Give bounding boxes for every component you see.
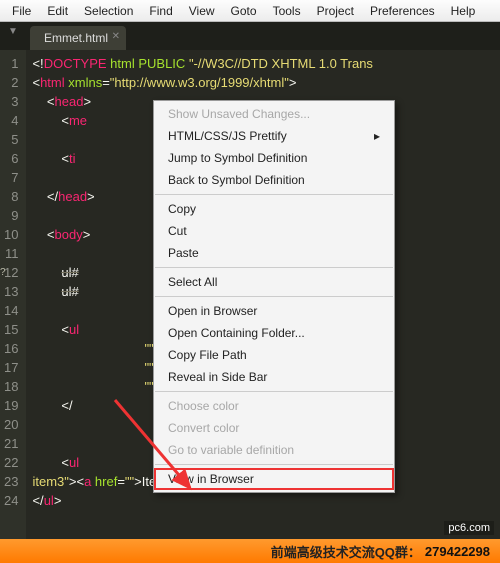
ctx-item-label: Open in Browser (168, 304, 257, 318)
ctx-html-css-js-prettify[interactable]: HTML/CSS/JS Prettify ▸ (154, 125, 394, 147)
line-number: 8 (4, 187, 18, 206)
line-number: 3 (4, 92, 18, 111)
menu-file[interactable]: File (4, 2, 39, 20)
line-number: 10 (4, 225, 18, 244)
ctx-item-label: Convert color (168, 421, 239, 435)
line-number: 20 (4, 415, 18, 434)
ctx-item-label: Select All (168, 275, 217, 289)
close-icon[interactable]: ✕ (112, 31, 120, 42)
ctx-select-all[interactable]: Select All (154, 271, 394, 293)
ctx-paste[interactable]: Paste (154, 242, 394, 264)
line-number: 23 (4, 472, 18, 491)
ctx-back-to-symbol-definition[interactable]: Back to Symbol Definition (154, 169, 394, 191)
ctx-open-in-browser[interactable]: Open in Browser (154, 300, 394, 322)
ctx-show-unsaved-changes: Show Unsaved Changes... (154, 103, 394, 125)
menu-bar: FileEditSelectionFindViewGotoToolsProjec… (0, 0, 500, 22)
ctx-item-label: Show Unsaved Changes... (168, 107, 310, 121)
context-menu[interactable]: Show Unsaved Changes... HTML/CSS/JS Prett… (153, 100, 395, 493)
ctx-item-label: Choose color (168, 399, 239, 413)
code-line[interactable]: </ul> (32, 491, 500, 510)
footer-number: 279422298 (425, 544, 490, 559)
ctx-copy-file-path[interactable]: Copy File Path (154, 344, 394, 366)
ctx-item-label: Jump to Symbol Definition (168, 151, 307, 165)
line-number: 14 (4, 301, 18, 320)
ctx-item-label: Copy (168, 202, 196, 216)
line-number: 9 (4, 206, 18, 225)
ctx-item-label: Go to variable definition (168, 443, 294, 457)
footer-text: 前端高级技术交流QQ群： (271, 542, 421, 561)
ctx-copy[interactable]: Copy (154, 198, 394, 220)
line-number: 7 (4, 168, 18, 187)
line-number: 24 (4, 491, 18, 510)
menu-edit[interactable]: Edit (39, 2, 76, 20)
ctx-item-label: Back to Symbol Definition (168, 173, 305, 187)
line-number: 1 (4, 54, 18, 73)
menu-tools[interactable]: Tools (265, 2, 309, 20)
watermark: pc6.com (444, 521, 494, 535)
tab-title: Emmet.html (44, 31, 108, 45)
ctx-item-label: Open Containing Folder... (168, 326, 305, 340)
dropdown-icon[interactable]: ▼ (8, 26, 18, 37)
ctx-cut[interactable]: Cut (154, 220, 394, 242)
ctx-item-label: Copy File Path (168, 348, 247, 362)
line-number: 11 (4, 244, 18, 263)
ctx-go-to-variable-definition: Go to variable definition (154, 439, 394, 461)
menu-view[interactable]: View (181, 2, 223, 20)
line-number: 19 (4, 396, 18, 415)
line-number: 5 (4, 130, 18, 149)
ctx-item-label: Reveal in Side Bar (168, 370, 267, 384)
ctx-view-in-browser[interactable]: View in Browser (154, 468, 394, 490)
menu-selection[interactable]: Selection (76, 2, 141, 20)
line-number: 18 (4, 377, 18, 396)
line-number: 4 (4, 111, 18, 130)
menu-preferences[interactable]: Preferences (362, 2, 443, 20)
line-number: 15 (4, 320, 18, 339)
line-number: 16 (4, 339, 18, 358)
file-tab[interactable]: Emmet.html ✕ (30, 26, 126, 50)
line-number: 21 (4, 434, 18, 453)
menu-find[interactable]: Find (141, 2, 180, 20)
line-gutter: 123456789101112131415161718192021222324 (0, 50, 26, 539)
line-number: 17 (4, 358, 18, 377)
ctx-open-containing-folder[interactable]: Open Containing Folder... (154, 322, 394, 344)
code-line[interactable]: <!DOCTYPE html PUBLIC "-//W3C//DTD XHTML… (32, 54, 500, 73)
tab-bar: Emmet.html ✕ (0, 22, 500, 50)
ctx-item-label: View in Browser (168, 472, 254, 486)
line-number: 22 (4, 453, 18, 472)
ctx-item-label: Cut (168, 224, 187, 238)
line-number: 13 (4, 282, 18, 301)
line-number: 12 (4, 263, 18, 282)
menu-help[interactable]: Help (443, 2, 484, 20)
ctx-convert-color: Convert color (154, 417, 394, 439)
line-number: 6 (4, 149, 18, 168)
ctx-item-label: HTML/CSS/JS Prettify (168, 129, 287, 143)
submenu-arrow-icon: ▸ (374, 129, 380, 143)
menu-project[interactable]: Project (309, 2, 362, 20)
menu-goto[interactable]: Goto (223, 2, 265, 20)
footer-banner: 前端高级技术交流QQ群： 279422298 (0, 539, 500, 563)
ctx-choose-color: Choose color (154, 395, 394, 417)
line-number: 2 (4, 73, 18, 92)
ctx-item-label: Paste (168, 246, 199, 260)
code-line[interactable]: <html xmlns="http://www.w3.org/1999/xhtm… (32, 73, 500, 92)
ctx-reveal-in-side-bar[interactable]: Reveal in Side Bar (154, 366, 394, 388)
ctx-jump-to-symbol-definition[interactable]: Jump to Symbol Definition (154, 147, 394, 169)
